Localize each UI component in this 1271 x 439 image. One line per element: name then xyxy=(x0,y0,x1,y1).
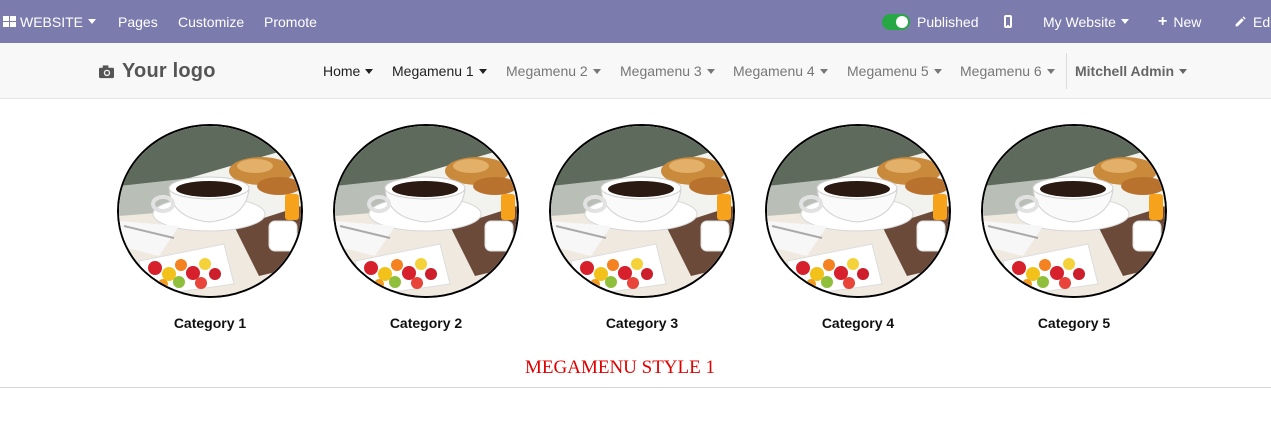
category-card-5[interactable]: Category 5 xyxy=(981,124,1167,331)
new-label: New xyxy=(1173,13,1202,30)
user-name: Mitchell Admin xyxy=(1075,63,1175,79)
nav-item-label: Megamenu 6 xyxy=(960,63,1042,79)
nav-item-megamenu-1[interactable]: Megamenu 1 xyxy=(392,43,487,99)
megamenu-style-title: MEGAMENU STYLE 1 xyxy=(525,357,715,378)
nav-item-megamenu-2[interactable]: Megamenu 2 xyxy=(506,43,601,99)
section-divider xyxy=(0,387,1271,388)
user-menu[interactable]: Mitchell Admin xyxy=(1075,43,1188,99)
new-button[interactable]: + New xyxy=(1158,0,1201,43)
chevron-down-icon xyxy=(819,68,828,74)
published-toggle[interactable]: Published xyxy=(882,0,979,43)
logo-text: Your logo xyxy=(122,59,216,82)
breakfast-image xyxy=(983,126,1165,296)
nav-item-label: Megamenu 1 xyxy=(392,63,474,79)
camera-icon xyxy=(99,64,114,78)
mobile-preview-button[interactable] xyxy=(1004,0,1012,43)
breakfast-image xyxy=(551,126,733,296)
toggle-switch-icon xyxy=(882,13,910,30)
nav-divider xyxy=(1066,53,1067,89)
nav-item-label: Megamenu 4 xyxy=(733,63,815,79)
nav-item-label: Megamenu 3 xyxy=(620,63,702,79)
category-label[interactable]: Category 1 xyxy=(117,315,303,331)
category-card-1[interactable]: Category 1 xyxy=(117,124,303,331)
website-app-menu[interactable]: WEBSITE xyxy=(3,0,97,43)
chevron-down-icon xyxy=(88,19,97,24)
website-selector-label: My Website xyxy=(1043,13,1116,30)
chevron-down-icon xyxy=(1179,68,1188,74)
category-image[interactable] xyxy=(549,124,735,298)
website-selector[interactable]: My Website xyxy=(1043,0,1129,43)
nav-item-megamenu-4[interactable]: Megamenu 4 xyxy=(733,43,828,99)
admin-bar: WEBSITE Pages Customize Promote Publishe… xyxy=(0,0,1271,43)
chevron-down-icon xyxy=(478,68,487,74)
nav-item-label: Home xyxy=(323,63,361,79)
nav-item-home[interactable]: Home xyxy=(323,43,374,99)
customize-menu[interactable]: Customize xyxy=(178,0,244,43)
category-image[interactable] xyxy=(333,124,519,298)
nav-item-megamenu-6[interactable]: Megamenu 6 xyxy=(960,43,1055,99)
breakfast-image xyxy=(335,126,517,296)
promote-menu[interactable]: Promote xyxy=(264,0,317,43)
chevron-down-icon xyxy=(933,68,942,74)
chevron-down-icon xyxy=(706,68,715,74)
nav-item-label: Megamenu 2 xyxy=(506,63,588,79)
chevron-down-icon xyxy=(1120,19,1129,24)
category-label[interactable]: Category 4 xyxy=(765,315,951,331)
website-app-label: WEBSITE xyxy=(20,13,84,30)
pages-menu[interactable]: Pages xyxy=(118,0,158,43)
nav-item-label: Megamenu 5 xyxy=(847,63,929,79)
category-card-4[interactable]: Category 4 xyxy=(765,124,951,331)
chevron-down-icon xyxy=(1046,68,1055,74)
category-label[interactable]: Category 5 xyxy=(981,315,1167,331)
apps-grid-icon xyxy=(3,16,16,27)
category-label[interactable]: Category 3 xyxy=(549,315,735,331)
edit-label: Ed xyxy=(1253,13,1271,30)
category-card-2[interactable]: Category 2 xyxy=(333,124,519,331)
category-image[interactable] xyxy=(765,124,951,298)
chevron-down-icon xyxy=(365,68,374,74)
pencil-icon xyxy=(1235,16,1246,27)
site-logo[interactable]: Your logo xyxy=(98,43,216,99)
breakfast-image xyxy=(119,126,301,296)
mobile-phone-icon xyxy=(1004,15,1012,28)
edit-button[interactable]: Ed xyxy=(1234,0,1270,43)
website-navbar: Your logo Home Megamenu 1 Megamenu 2 Meg… xyxy=(0,43,1271,99)
category-label[interactable]: Category 2 xyxy=(333,315,519,331)
category-card-3[interactable]: Category 3 xyxy=(549,124,735,331)
nav-item-megamenu-5[interactable]: Megamenu 5 xyxy=(847,43,942,99)
chevron-down-icon xyxy=(592,68,601,74)
published-label: Published xyxy=(917,13,979,30)
category-image[interactable] xyxy=(117,124,303,298)
breakfast-image xyxy=(767,126,949,296)
nav-item-megamenu-3[interactable]: Megamenu 3 xyxy=(620,43,715,99)
plus-icon: + xyxy=(1158,12,1168,30)
category-image[interactable] xyxy=(981,124,1167,298)
